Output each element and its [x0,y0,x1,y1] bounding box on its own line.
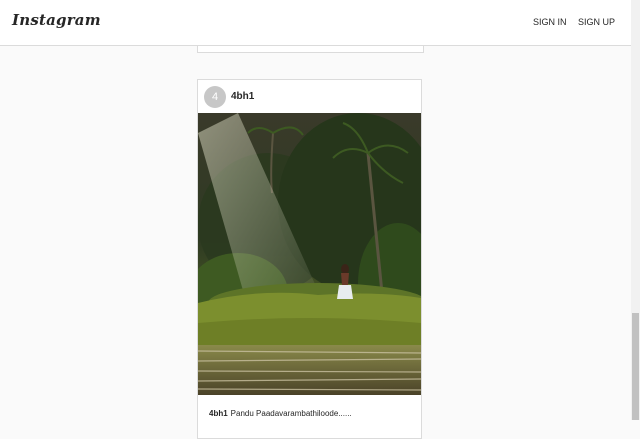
scrollbar-thumb[interactable] [632,313,639,420]
post-username[interactable]: 4bh1 [231,91,254,102]
page-scrollbar[interactable] [631,0,640,420]
caption-text: Pandu Paadavarambathiloode...... [230,409,352,418]
auth-links: SIGN IN SIGN UP [524,17,615,27]
avatar[interactable]: 4 [204,86,226,108]
post-caption: 4bh1 Pandu Paadavarambathiloode...... [209,409,352,418]
instagram-logo[interactable]: Instagram [12,11,101,29]
previous-post-card [197,46,424,53]
post-card: 4 4bh1 4bh1 Pandu Paadavarambathiloode..… [197,79,422,439]
top-navigation-bar: Instagram SIGN IN SIGN UP [0,0,631,46]
caption-username[interactable]: 4bh1 [209,409,228,418]
sign-up-link[interactable]: SIGN UP [578,17,615,27]
post-photo[interactable] [198,113,421,395]
sign-in-link[interactable]: SIGN IN [533,17,567,27]
post-header: 4 4bh1 [198,80,421,114]
